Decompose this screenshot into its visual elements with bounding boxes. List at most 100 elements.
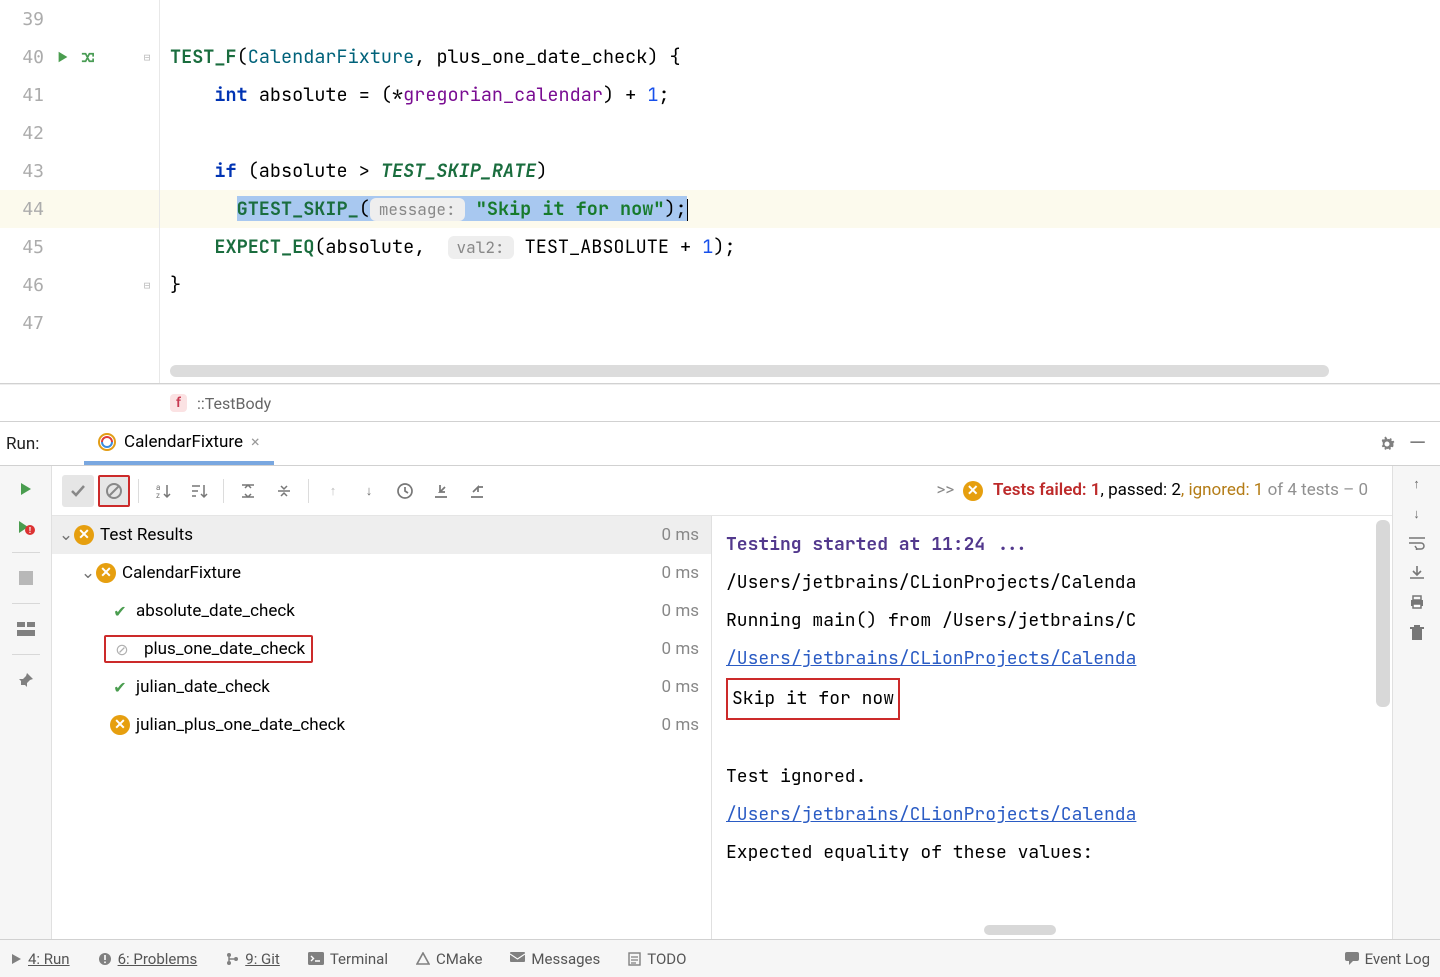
param-hint: message: [370, 198, 465, 221]
test-history-button[interactable] [389, 475, 421, 507]
code-token: absolute = (* [248, 82, 403, 107]
editor-horizontal-scrollbar[interactable] [170, 365, 1430, 377]
line-number: 41 [14, 85, 44, 106]
import-tests-button[interactable] [425, 475, 457, 507]
test-tree[interactable]: ⌄ ✕ Test Results 0 ms ⌄ ✕ CalendarFixtur… [52, 516, 712, 939]
tree-fixture[interactable]: ⌄ ✕ CalendarFixture 0 ms [52, 554, 711, 592]
run-test-icon[interactable] [56, 50, 70, 64]
stop-button[interactable] [11, 563, 41, 593]
fail-icon: ✕ [963, 481, 983, 501]
next-failed-button[interactable]: ↓ [353, 475, 385, 507]
status-messages[interactable]: Messages [510, 950, 600, 968]
chevron-down-icon[interactable]: ⌄ [58, 525, 74, 545]
status-todo[interactable]: TODO [628, 950, 686, 968]
line-number: 40 [14, 47, 44, 68]
tree-label: absolute_date_check [136, 601, 295, 621]
collapse-all-button[interactable] [268, 475, 300, 507]
status-git[interactable]: 9: Git [225, 950, 280, 968]
console-link[interactable]: /Users/jetbrains/CLionProjects/Calenda [726, 647, 1136, 670]
prev-failed-button[interactable]: ↑ [317, 475, 349, 507]
pin-button[interactable] [11, 665, 41, 695]
hide-toolwindow-icon[interactable]: — [1409, 431, 1426, 456]
more-icon[interactable]: >> [937, 480, 955, 500]
console-right-rail: ↑ ↓ [1392, 466, 1440, 939]
status-eventlog[interactable]: Event Log [1345, 950, 1430, 968]
tree-time: 0 ms [662, 563, 699, 583]
breadcrumb: f ::TestBody [0, 384, 1440, 422]
sort-alpha-button[interactable]: az [147, 475, 179, 507]
run-toolwindow-body: ! az ↑ ↓ >> ✕ Tests failed: [0, 466, 1440, 939]
run-toolwindow-header: Run: CalendarFixture × — [0, 422, 1440, 466]
console-output[interactable]: Testing started at 11:24 ... /Users/jetb… [712, 516, 1392, 939]
export-tests-button[interactable] [461, 475, 493, 507]
status-run[interactable]: 4: Run [10, 950, 70, 968]
scroll-down-icon[interactable]: ↓ [1413, 506, 1420, 522]
tree-label: plus_one_date_check [144, 639, 305, 659]
code-token: } [170, 272, 181, 297]
crumb-label[interactable]: ::TestBody [197, 394, 271, 413]
run-label: Run: [6, 434, 84, 454]
tree-test[interactable]: ✕ julian_plus_one_date_check 0 ms [52, 706, 711, 744]
code-token: gregorian_calendar [403, 82, 603, 107]
crumb-function-icon: f [170, 394, 187, 412]
param-hint: val2: [448, 236, 514, 259]
code-token: ); [713, 234, 735, 259]
code-token: CalendarFixture [248, 44, 415, 69]
tree-test[interactable]: ✔ absolute_date_check 0 ms [52, 592, 711, 630]
expand-all-button[interactable] [232, 475, 264, 507]
chevron-down-icon[interactable]: ⌄ [80, 563, 96, 583]
run-tab[interactable]: CalendarFixture × [84, 422, 274, 465]
shuffle-icon[interactable] [80, 50, 95, 65]
tree-time: 0 ms [662, 639, 699, 659]
code-token: int [214, 82, 247, 107]
console-pane[interactable]: Testing started at 11:24 ... /Users/jetb… [712, 516, 1392, 939]
tree-label: julian_plus_one_date_check [136, 715, 345, 735]
scroll-up-icon[interactable]: ↑ [1413, 476, 1420, 492]
show-ignored-button[interactable] [98, 475, 130, 507]
code-token: 1 [702, 234, 713, 259]
sort-duration-button[interactable] [183, 475, 215, 507]
close-tab-icon[interactable]: × [251, 432, 260, 451]
rerun-button[interactable] [11, 474, 41, 504]
fail-icon: ✕ [110, 715, 130, 735]
console-scrollbar[interactable] [1376, 520, 1390, 935]
line-number: 46 [14, 275, 44, 296]
code-token: TEST_ABSOLUTE + [514, 234, 703, 259]
trash-icon[interactable] [1409, 624, 1425, 642]
tree-test[interactable]: ⊘ plus_one_date_check 0 ms [52, 630, 711, 668]
rerun-failed-button[interactable]: ! [11, 512, 41, 542]
console-horizontal-scrollbar[interactable] [984, 925, 1056, 935]
fold-marker-icon[interactable]: ⊟ [141, 279, 153, 292]
soft-wrap-icon[interactable] [1408, 536, 1426, 550]
gear-icon[interactable] [1377, 434, 1397, 454]
scroll-to-end-icon[interactable] [1408, 564, 1426, 580]
caret [687, 199, 688, 221]
line-number: 45 [14, 237, 44, 258]
status-terminal[interactable]: Terminal [308, 950, 388, 968]
check-icon: ✔ [110, 677, 130, 697]
line-number: 42 [14, 123, 44, 144]
status-cmake[interactable]: CMake [416, 950, 482, 968]
fold-marker-icon[interactable]: ⊟ [141, 51, 153, 64]
layout-button[interactable] [11, 614, 41, 644]
code-editor[interactable]: TEST_F(CalendarFixture, plus_one_date_ch… [160, 0, 1440, 383]
show-passed-button[interactable] [62, 475, 94, 507]
line-number: 43 [14, 161, 44, 182]
console-highlight: Skip it for now [726, 678, 900, 720]
skip-icon: ⊘ [112, 639, 132, 659]
status-problems[interactable]: 6: Problems [98, 950, 198, 968]
code-token: TEST_F [170, 44, 237, 69]
print-icon[interactable] [1408, 594, 1426, 610]
tree-time: 0 ms [662, 715, 699, 735]
check-icon: ✔ [110, 601, 130, 621]
tree-test[interactable]: ✔ julian_date_check 0 ms [52, 668, 711, 706]
fail-icon: ✕ [96, 563, 116, 583]
editor-area: 39 40 ⊟ 41 42 43 44 45 46⊟ 47 TEST_F(Cal… [0, 0, 1440, 384]
run-left-rail: ! [0, 466, 52, 939]
tree-root[interactable]: ⌄ ✕ Test Results 0 ms [52, 516, 711, 554]
console-link[interactable]: /Users/jetbrains/CLionProjects/Calenda [726, 803, 1136, 826]
code-token: 1 [647, 82, 658, 107]
tree-time: 0 ms [662, 601, 699, 621]
test-toolbar: az ↑ ↓ >> ✕ Tests failed: 1, passed: 2, … [52, 466, 1392, 516]
tree-label: CalendarFixture [122, 563, 241, 583]
